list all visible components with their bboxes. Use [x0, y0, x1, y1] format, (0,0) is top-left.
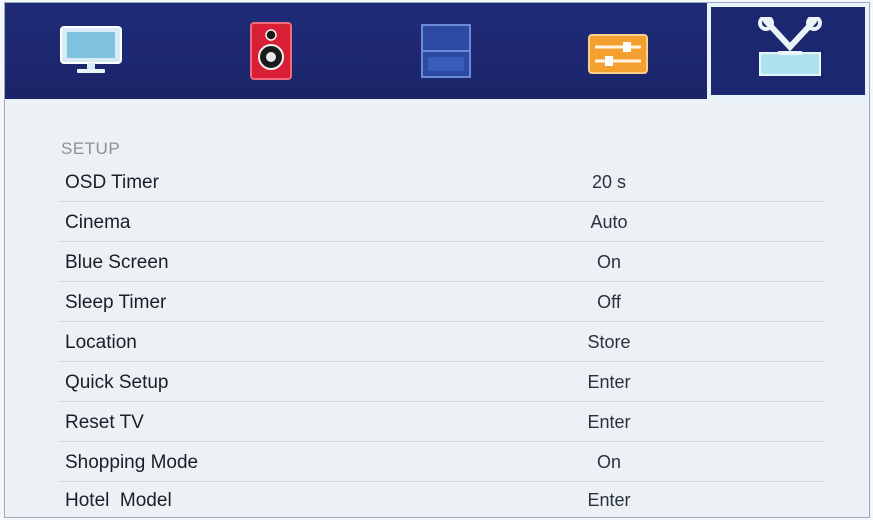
menu-item-value: On — [596, 252, 621, 272]
menu-item-blue-screen[interactable]: Blue Screen On — [59, 243, 825, 282]
tab-features[interactable] — [573, 3, 663, 99]
menu-frame: SETUP OSD Timer 20 s Cinema Auto Blue Sc… — [4, 2, 870, 518]
menu-item-value: Auto — [590, 212, 628, 232]
menu-item-value: Enter — [587, 372, 631, 392]
menu-tab-bar — [5, 3, 869, 99]
menu-item-cinema[interactable]: Cinema Auto — [59, 203, 825, 242]
menu-item-value: Store — [587, 332, 631, 352]
menu-item-label: Hotel Model — [65, 490, 172, 511]
menu-item-label: Reset TV — [65, 412, 144, 433]
speaker-icon — [250, 22, 292, 80]
menu-item-label: Blue Screen — [65, 252, 169, 273]
menu-item-value: 20 s — [591, 172, 627, 192]
channel-icon — [421, 24, 471, 78]
menu-item-label: Sleep Timer — [65, 292, 167, 313]
section-title: SETUP — [61, 139, 121, 158]
menu-item-location[interactable]: Location Store — [59, 323, 825, 362]
tab-channel[interactable] — [400, 3, 490, 99]
menu-item-value: Enter — [587, 490, 631, 510]
menu-item-reset-tv[interactable]: Reset TV Enter — [59, 403, 825, 442]
tab-picture[interactable] — [45, 3, 135, 99]
menu-item-label: Quick Setup — [65, 372, 169, 393]
menu-item-label: Shopping Mode — [65, 452, 199, 473]
tab-sound[interactable] — [225, 3, 315, 99]
menu-item-hotel-model[interactable]: Hotel Model Enter — [59, 481, 825, 519]
tools-icon — [758, 17, 822, 76]
menu-item-shopping-mode[interactable]: Shopping Mode On — [59, 443, 825, 482]
menu-item-quick-setup[interactable]: Quick Setup Enter — [59, 363, 825, 402]
sliders-icon — [588, 34, 648, 74]
tab-setup[interactable] — [707, 3, 869, 99]
menu-item-sleep-timer[interactable]: Sleep Timer Off — [59, 283, 825, 322]
setup-menu: SETUP OSD Timer 20 s Cinema Auto Blue Sc… — [5, 99, 869, 519]
menu-item-label: Location — [65, 332, 137, 353]
monitor-icon — [60, 26, 122, 73]
menu-item-osd-timer[interactable]: OSD Timer 20 s — [59, 163, 825, 202]
menu-item-value: Off — [597, 292, 621, 312]
menu-item-value: On — [596, 452, 621, 472]
menu-item-label: Cinema — [65, 212, 131, 233]
menu-item-value: Enter — [587, 412, 631, 432]
menu-item-label: OSD Timer — [65, 172, 159, 193]
